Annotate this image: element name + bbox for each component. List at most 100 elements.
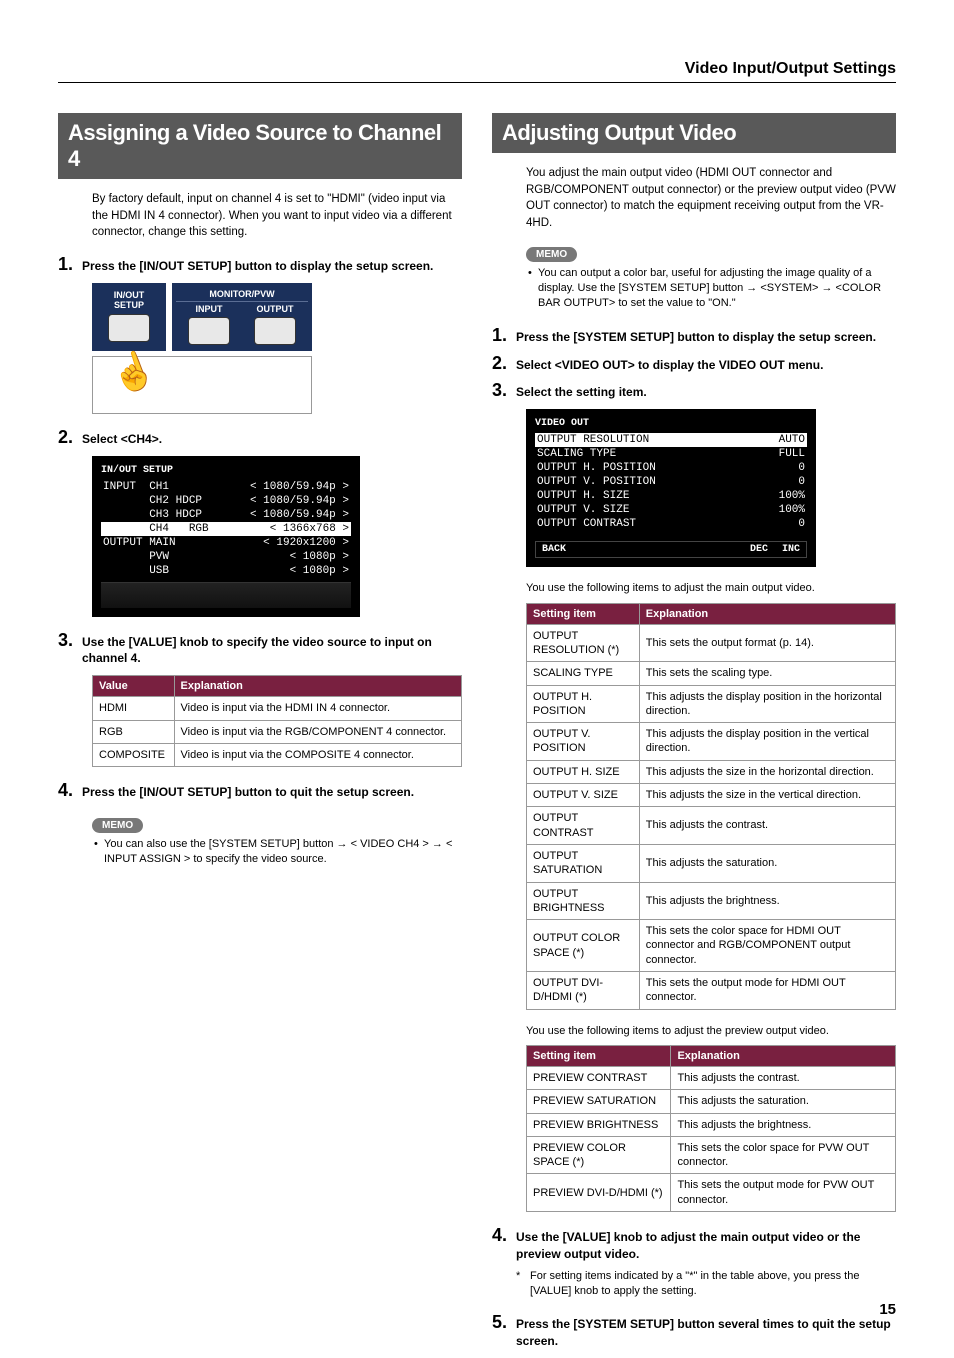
table-header: Value <box>93 676 175 697</box>
output-button <box>254 317 296 345</box>
table-row: OUTPUT SATURATIONThis adjusts the satura… <box>527 844 896 882</box>
memo-badge: MEMO <box>526 247 577 262</box>
lcd-video-out: VIDEO OUT OUTPUT RESOLUTIONAUTOSCALING T… <box>526 409 816 567</box>
step-text: Select <CH4>. <box>82 428 462 448</box>
lcd-row: OUTPUT H. POSITION0 <box>535 461 807 475</box>
left-column: Assigning a Video Source to Channel 4 By… <box>58 113 462 1358</box>
table-row: OUTPUT DVI-D/HDMI (*)This sets the outpu… <box>527 971 896 1009</box>
lcd-inc: INC <box>782 544 800 555</box>
left-intro: By factory default, input on channel 4 i… <box>58 191 462 241</box>
lcd-screenshot-1: IN/OUT SETUP INPUT CH1< 1080/59.94p > CH… <box>58 456 462 617</box>
lcd-row: OUTPUT V. POSITION0 <box>535 475 807 489</box>
step-text: Press the [SYSTEM SETUP] button to displ… <box>516 326 896 346</box>
left-memo: MEMO You can also use the [SYSTEM SETUP]… <box>58 817 462 868</box>
lcd-row: CH2 HDCP< 1080/59.94p > <box>101 494 351 508</box>
right-memo: MEMO You can output a color bar, useful … <box>492 246 896 312</box>
right-step-4: 4. Use the [VALUE] knob to adjust the ma… <box>492 1226 896 1305</box>
hand-icon: ☝ <box>105 345 161 400</box>
right-intro: You adjust the main output video (HDMI O… <box>492 165 896 232</box>
right-step-2: 2. Select <VIDEO OUT> to display the VID… <box>492 354 896 374</box>
hardware-panel-diagram: IN/OUT SETUP MONITOR/PVW INPUT OUTPUT <box>58 283 462 414</box>
table-header: Explanation <box>174 676 461 697</box>
step-number: 3. <box>58 631 82 651</box>
step4-note: For setting items indicated by a "*" in … <box>516 1269 896 1300</box>
step-number: 3. <box>492 381 516 401</box>
lcd-row: OUTPUT CONTRAST0 <box>535 517 807 531</box>
table-row: PREVIEW CONTRASTThis adjusts the contras… <box>527 1066 896 1089</box>
step-text: Press the [IN/OUT SETUP] button to displ… <box>82 255 462 275</box>
table-header: Setting item <box>527 1045 671 1066</box>
lcd-row: OUTPUT RESOLUTIONAUTO <box>535 433 807 447</box>
step-number: 5. <box>492 1313 516 1333</box>
lcd-bottom-buttons: BACK DEC INC <box>535 541 807 558</box>
table1-section: You use the following items to adjust th… <box>492 581 896 1009</box>
lcd-row: CH4 RGB< 1366x768 > <box>101 522 351 536</box>
preview-output-table: Setting itemExplanationPREVIEW CONTRASTT… <box>526 1045 896 1212</box>
step-number: 1. <box>58 255 82 275</box>
step-text: Use the [VALUE] knob to specify the vide… <box>82 631 462 668</box>
lcd-preview-strip <box>101 582 351 608</box>
table-header: Explanation <box>639 603 895 624</box>
step-number: 1. <box>492 326 516 346</box>
table-row: RGBVideo is input via the RGB/COMPONENT … <box>93 720 462 743</box>
value-table: ValueExplanationHDMIVideo is input via t… <box>92 675 462 767</box>
memo-item: You can output a color bar, useful for a… <box>538 266 896 312</box>
left-step-1: 1. Press the [IN/OUT SETUP] button to di… <box>58 255 462 275</box>
hw-panel: IN/OUT SETUP MONITOR/PVW INPUT OUTPUT <box>92 283 462 351</box>
table-row: PREVIEW COLOR SPACE (*)This sets the col… <box>527 1136 896 1174</box>
step-number: 4. <box>58 781 82 801</box>
table2-caption: You use the following items to adjust th… <box>526 1024 896 1039</box>
hand-press-diagram: ☝ <box>92 356 312 414</box>
table-row: OUTPUT V. POSITIONThis adjusts the displ… <box>527 723 896 761</box>
memo-item: You can also use the [SYSTEM SETUP] butt… <box>104 837 462 868</box>
step-text: Press the [IN/OUT SETUP] button to quit … <box>82 781 462 801</box>
step-number: 4. <box>492 1226 516 1246</box>
hw-inout-setup: IN/OUT SETUP <box>92 283 166 351</box>
right-heading: Adjusting Output Video <box>492 113 896 153</box>
table-header: Setting item <box>527 603 640 624</box>
page-number: 15 <box>879 1301 896 1318</box>
table-row: OUTPUT V. SIZEThis adjusts the size in t… <box>527 784 896 807</box>
table-row: OUTPUT RESOLUTION (*)This sets the outpu… <box>527 624 896 662</box>
right-step-1: 1. Press the [SYSTEM SETUP] button to di… <box>492 326 896 346</box>
lcd-row: SCALING TYPEFULL <box>535 447 807 461</box>
step-number: 2. <box>58 428 82 448</box>
lcd-row: OUTPUT V. SIZE100% <box>535 503 807 517</box>
lcd-row: PVW< 1080p > <box>101 550 351 564</box>
table-row: COMPOSITEVideo is input via the COMPOSIT… <box>93 743 462 766</box>
right-column: Adjusting Output Video You adjust the ma… <box>492 113 896 1358</box>
content-columns: Assigning a Video Source to Channel 4 By… <box>58 113 896 1358</box>
hw-monitor-pvw: MONITOR/PVW INPUT OUTPUT <box>172 283 312 351</box>
header-title: Video Input/Output Settings <box>685 60 896 78</box>
left-step-2: 2. Select <CH4>. <box>58 428 462 448</box>
memo-badge: MEMO <box>92 818 143 833</box>
input-button <box>188 317 230 345</box>
lcd-row: USB< 1080p > <box>101 564 351 578</box>
table-header: Explanation <box>671 1045 896 1066</box>
step-text: Select <VIDEO OUT> to display the VIDEO … <box>516 354 896 374</box>
lcd-screenshot-2: VIDEO OUT OUTPUT RESOLUTIONAUTOSCALING T… <box>492 409 896 567</box>
lcd-inout-setup: IN/OUT SETUP INPUT CH1< 1080/59.94p > CH… <box>92 456 360 617</box>
page-header: Video Input/Output Settings <box>58 60 896 83</box>
inout-setup-button <box>108 314 150 342</box>
step-text: Press the [SYSTEM SETUP] button several … <box>516 1313 896 1350</box>
table-row: OUTPUT H. SIZEThis adjusts the size in t… <box>527 760 896 783</box>
right-step-5: 5. Press the [SYSTEM SETUP] button sever… <box>492 1313 896 1350</box>
table-row: PREVIEW BRIGHTNESSThis adjusts the brigh… <box>527 1113 896 1136</box>
left-heading: Assigning a Video Source to Channel 4 <box>58 113 462 179</box>
step-text: Select the setting item. <box>516 381 896 401</box>
lcd-row: CH3 HDCP< 1080/59.94p > <box>101 508 351 522</box>
table-row: HDMIVideo is input via the HDMI IN 4 con… <box>93 697 462 720</box>
right-step-3: 3. Select the setting item. <box>492 381 896 401</box>
table-row: PREVIEW SATURATIONThis adjusts the satur… <box>527 1090 896 1113</box>
table1-caption: You use the following items to adjust th… <box>526 581 896 596</box>
lcd-back: BACK <box>542 544 566 555</box>
lcd-row: OUTPUT H. SIZE100% <box>535 489 807 503</box>
table-row: OUTPUT CONTRASTThis adjusts the contrast… <box>527 807 896 845</box>
table-row: OUTPUT COLOR SPACE (*)This sets the colo… <box>527 920 896 972</box>
left-table-wrapper: ValueExplanationHDMIVideo is input via t… <box>58 675 462 767</box>
table-row: OUTPUT H. POSITIONThis adjusts the displ… <box>527 685 896 723</box>
lcd-row: INPUT CH1< 1080/59.94p > <box>101 480 351 494</box>
left-step-3: 3. Use the [VALUE] knob to specify the v… <box>58 631 462 668</box>
table-row: SCALING TYPEThis sets the scaling type. <box>527 662 896 685</box>
